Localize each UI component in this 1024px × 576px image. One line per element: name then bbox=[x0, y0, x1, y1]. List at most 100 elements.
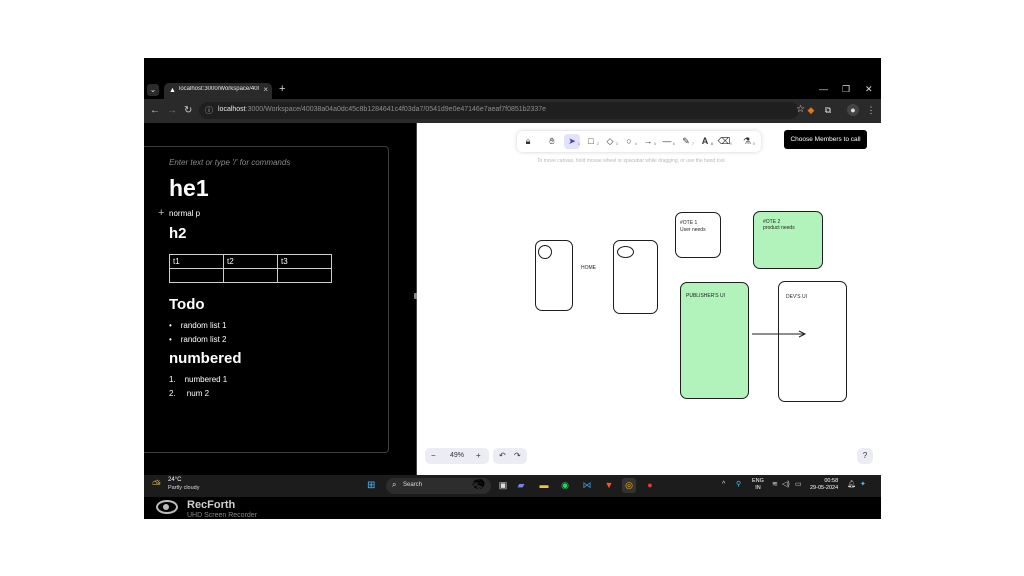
notification-bell-icon[interactable]: 🔔︎ bbox=[847, 480, 856, 490]
recforth-logo-icon bbox=[156, 500, 178, 514]
screen: ⌄ ▲ localhost:3000/Workspace/4003 × + — … bbox=[144, 58, 881, 519]
show-hidden-icons-icon[interactable]: ^ bbox=[722, 480, 725, 490]
table-cell[interactable]: t1 bbox=[169, 254, 224, 269]
battery-icon[interactable]: ▭ bbox=[795, 480, 802, 490]
heading-1[interactable]: he1 bbox=[169, 175, 209, 202]
tool-shortcut-number: 7 bbox=[691, 141, 694, 146]
phone-frame-home[interactable] bbox=[535, 240, 573, 311]
table-cell[interactable]: t3 bbox=[277, 254, 332, 269]
list-item[interactable]: • random list 2 bbox=[169, 335, 227, 344]
diamond-tool-icon[interactable]: ◇ 3 bbox=[602, 134, 618, 149]
copilot-icon[interactable]: ✦ bbox=[860, 480, 866, 490]
tab-title: localhost:3000/Workspace/4003 bbox=[179, 86, 259, 92]
block-editor[interactable]: Enter text or type '/' for commands he1 … bbox=[144, 146, 389, 453]
table-cell[interactable] bbox=[277, 268, 332, 283]
reload-icon[interactable]: ↻ bbox=[184, 105, 192, 117]
new-tab-button[interactable]: + bbox=[279, 84, 285, 95]
phone-frame-2[interactable] bbox=[613, 240, 658, 314]
add-block-icon[interactable]: + bbox=[158, 207, 164, 219]
restore-icon[interactable]: ❐ bbox=[842, 84, 850, 95]
weather-partly-cloudy-icon[interactable]: ⛅︎ bbox=[152, 478, 161, 492]
numbered-heading[interactable]: numbered bbox=[169, 350, 242, 367]
task-view-icon[interactable]: ▣ bbox=[496, 478, 510, 493]
table-cell[interactable] bbox=[223, 268, 278, 283]
forward-icon[interactable]: → bbox=[167, 105, 177, 117]
note-text: User needs bbox=[680, 227, 706, 233]
drawing-toolbar: 🔒︎ ✋︎ ➤ 1 □ 2 ◇ 3 ○ 4 → 5 —6 ✎ 7 A8 ⌫ 9 ⚗ 0 bbox=[517, 131, 761, 152]
publishers-ui-box[interactable]: PUBLISHER'S UI bbox=[680, 282, 749, 399]
rectangle-tool-icon[interactable]: □ 2 bbox=[583, 134, 599, 149]
brave-icon[interactable]: ▼ bbox=[602, 478, 616, 493]
back-icon[interactable]: ← bbox=[150, 105, 160, 117]
whiteboard-canvas[interactable]: 🔒︎ ✋︎ ➤ 1 □ 2 ◇ 3 ○ 4 → 5 —6 ✎ 7 A8 ⌫ 9 ⚗ 0 Choo… bbox=[417, 123, 881, 475]
avatar-circle bbox=[538, 245, 552, 259]
language-indicator[interactable]: ENG IN bbox=[752, 478, 764, 492]
arrow-tool-icon[interactable]: → 5 bbox=[640, 134, 657, 149]
heading-2[interactable]: h2 bbox=[169, 225, 187, 242]
minimize-icon[interactable]: — bbox=[819, 84, 828, 95]
wifi-icon[interactable]: ≋ bbox=[772, 480, 778, 490]
profile-avatar-icon[interactable]: ● bbox=[847, 104, 859, 116]
table-cell[interactable] bbox=[169, 268, 224, 283]
clock[interactable]: 00:58 29-05-2024 bbox=[810, 478, 838, 492]
chrome-icon[interactable]: ◎ bbox=[622, 478, 636, 493]
hand-tool-icon[interactable]: ✋︎ bbox=[544, 134, 560, 149]
undo-icon[interactable]: ↶ bbox=[499, 451, 506, 460]
tab-localhost[interactable]: ▲ localhost:3000/Workspace/4003 × bbox=[164, 83, 272, 99]
list-item[interactable]: 1. numbered 1 bbox=[169, 375, 227, 384]
file-explorer-icon[interactable]: ▬ bbox=[537, 478, 551, 493]
redo-icon[interactable]: ↷ bbox=[514, 451, 521, 460]
search-highlight-icon: 🦔︎ bbox=[472, 479, 485, 490]
taskbar-search[interactable]: ⌕ Search 🦔︎ bbox=[386, 478, 491, 494]
zoom-in-button[interactable]: + bbox=[476, 451, 481, 460]
recorder-app-icon[interactable]: ● bbox=[643, 478, 657, 493]
lock-icon[interactable]: 🔒︎ bbox=[520, 134, 536, 149]
extensions-puzzle-icon[interactable]: ⧉ bbox=[822, 104, 834, 116]
note-title: #OTE 1 bbox=[680, 220, 698, 226]
site-info-icon[interactable]: ⓘ bbox=[205, 105, 213, 116]
url-input[interactable]: ⓘ localhost:3000/Workspace/40038a04a0dc4… bbox=[199, 102, 805, 119]
selection-tool-icon[interactable]: ➤ 1 bbox=[564, 134, 580, 149]
volume-icon[interactable]: ◁) bbox=[782, 480, 790, 490]
browser-menu-icon[interactable]: ⋮ bbox=[865, 104, 877, 116]
editor-table[interactable]: t1 t2 t3 bbox=[169, 254, 332, 283]
bookmark-star-icon[interactable]: ☆ bbox=[796, 104, 805, 115]
choose-members-button[interactable]: Choose Members to call bbox=[784, 130, 867, 149]
note-user-needs[interactable]: #OTE 1 User needs bbox=[675, 212, 721, 258]
draw-tool-icon[interactable]: ✎ 7 bbox=[678, 134, 694, 149]
connector-arrow[interactable] bbox=[751, 328, 811, 340]
paragraph[interactable]: normal p bbox=[169, 209, 200, 218]
windows-start-icon[interactable]: ⊞ bbox=[367, 480, 378, 491]
tab-close-icon[interactable]: × bbox=[263, 85, 268, 94]
list-item[interactable]: • random list 1 bbox=[169, 321, 227, 330]
zoom-out-button[interactable]: − bbox=[431, 451, 436, 460]
note-text: product needs bbox=[763, 225, 795, 231]
list-item[interactable]: 2. num 2 bbox=[169, 389, 209, 398]
devs-ui-box[interactable]: DEV'S UI bbox=[778, 281, 847, 402]
editor-placeholder[interactable]: Enter text or type '/' for commands bbox=[169, 158, 290, 167]
mic-icon[interactable]: ⚲ bbox=[736, 480, 741, 490]
todo-heading[interactable]: Todo bbox=[169, 296, 205, 313]
eraser-tool-icon[interactable]: ⌫ 9 bbox=[716, 134, 732, 149]
close-window-icon[interactable]: ✕ bbox=[865, 84, 873, 95]
home-label[interactable]: HOME bbox=[581, 265, 596, 271]
tab-search-button[interactable]: ⌄ bbox=[147, 84, 159, 96]
note-product-needs[interactable]: #OTE 2 product needs bbox=[753, 211, 823, 269]
tool-shortcut-number: 4 bbox=[634, 141, 637, 146]
zoom-level[interactable]: 49% bbox=[450, 452, 464, 459]
help-icon[interactable]: ? bbox=[857, 448, 873, 464]
metamask-extension-icon[interactable]: ◆ bbox=[805, 104, 817, 116]
recorder-subtitle: UHD Screen Recorder bbox=[187, 512, 258, 519]
weather-condition[interactable]: Partly cloudy bbox=[168, 485, 200, 491]
vscode-icon[interactable]: ⋈ bbox=[580, 478, 594, 493]
ellipse-tool-icon[interactable]: ○ 4 bbox=[621, 134, 637, 149]
whatsapp-icon[interactable]: ◉ bbox=[558, 478, 572, 493]
teams-icon[interactable]: ▰ bbox=[514, 478, 528, 493]
weather-temperature[interactable]: 24°C bbox=[168, 477, 181, 483]
text-tool-icon[interactable]: A8 bbox=[697, 134, 713, 149]
url-text: localhost:3000/Workspace/40038a04a0dc45c… bbox=[218, 106, 547, 113]
table-cell[interactable]: t2 bbox=[223, 254, 278, 269]
line-tool-icon[interactable]: —6 bbox=[659, 134, 676, 149]
library-tool-icon[interactable]: ⚗ 0 bbox=[739, 134, 755, 149]
tool-shortcut-number: 8 bbox=[710, 141, 713, 146]
